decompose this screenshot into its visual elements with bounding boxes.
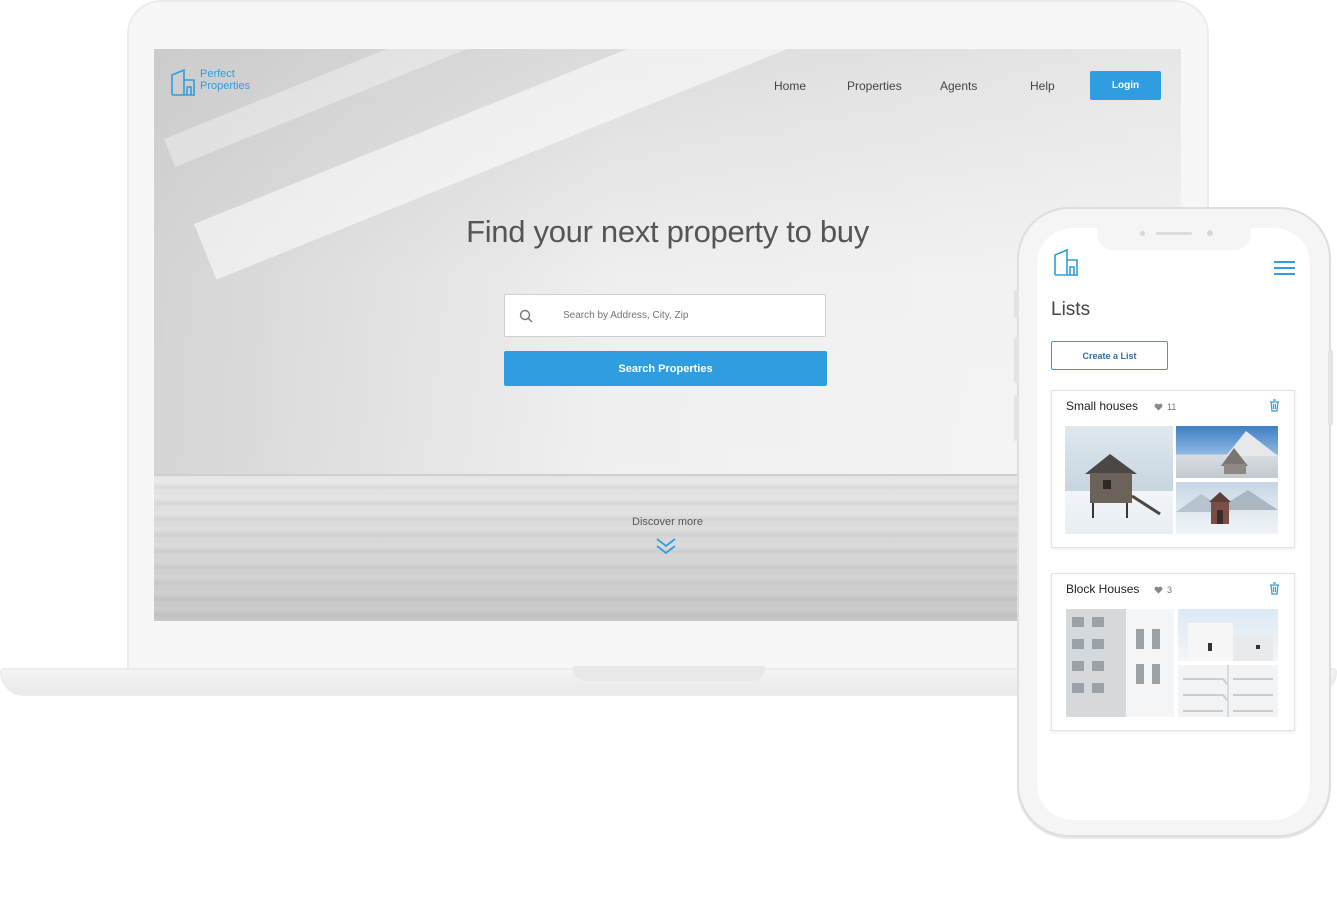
property-photo[interactable]: [1065, 426, 1173, 534]
nav-help[interactable]: Help: [1030, 79, 1055, 93]
property-photo[interactable]: [1178, 609, 1278, 661]
favorite-count-value: 3: [1167, 585, 1173, 595]
list-name: Block Houses: [1066, 582, 1140, 596]
trash-icon[interactable]: [1269, 399, 1280, 412]
phone-camera: [1207, 230, 1213, 236]
double-chevron-down-icon[interactable]: [654, 536, 678, 556]
phone-button: [1014, 395, 1019, 441]
search-properties-button[interactable]: Search Properties: [504, 351, 827, 386]
phone-button: [1328, 350, 1333, 425]
property-photo[interactable]: [1176, 482, 1278, 534]
church-image: [1221, 431, 1278, 474]
site-logo[interactable]: Perfect Properties: [170, 68, 250, 96]
favorite-count: 11: [1154, 402, 1176, 412]
mobile-screen: Lists Create a List Small houses 11 Bloc…: [1037, 228, 1310, 820]
hut-image: [1176, 490, 1278, 524]
heart-icon: [1154, 403, 1163, 411]
hamburger-menu-icon[interactable]: [1273, 259, 1296, 277]
list-name: Small houses: [1066, 399, 1139, 413]
phone-speaker: [1156, 232, 1192, 235]
nav-home[interactable]: Home: [774, 79, 806, 93]
search-box[interactable]: [504, 294, 826, 337]
phone-button: [1014, 337, 1019, 383]
heart-icon: [1154, 586, 1163, 594]
list-card[interactable]: Small houses 11: [1051, 390, 1295, 548]
search-icon: [519, 309, 533, 323]
property-photo[interactable]: [1176, 426, 1278, 478]
nav-properties[interactable]: Properties: [847, 79, 902, 93]
building-logo-icon[interactable]: [1053, 248, 1079, 276]
create-list-button[interactable]: Create a List: [1051, 341, 1168, 370]
favorite-count: 3: [1154, 585, 1172, 595]
balcony-building-image: [1183, 665, 1273, 717]
building-logo-icon: [171, 68, 195, 96]
apartment-building-image: [1066, 609, 1174, 717]
phone-sensor: [1140, 231, 1145, 236]
cabin-image: [1085, 454, 1161, 518]
laptop-notch: [573, 666, 765, 681]
phone-notch: [1097, 226, 1251, 250]
property-photo[interactable]: [1178, 665, 1278, 717]
white-house-image: [1188, 623, 1273, 661]
list-card[interactable]: Block Houses 3: [1051, 573, 1295, 731]
favorite-count-value: 11: [1167, 402, 1177, 412]
search-input[interactable]: [561, 309, 795, 322]
login-button[interactable]: Login: [1090, 71, 1161, 100]
logo-line-2: Properties: [200, 80, 251, 92]
nav-agents[interactable]: Agents: [940, 79, 977, 93]
logo-line-1: Perfect: [200, 68, 235, 80]
phone-button: [1014, 290, 1019, 318]
property-photo[interactable]: [1066, 609, 1174, 717]
page-title: Lists: [1051, 299, 1091, 320]
logo-text: Perfect Properties: [200, 68, 250, 92]
trash-icon[interactable]: [1269, 582, 1280, 595]
